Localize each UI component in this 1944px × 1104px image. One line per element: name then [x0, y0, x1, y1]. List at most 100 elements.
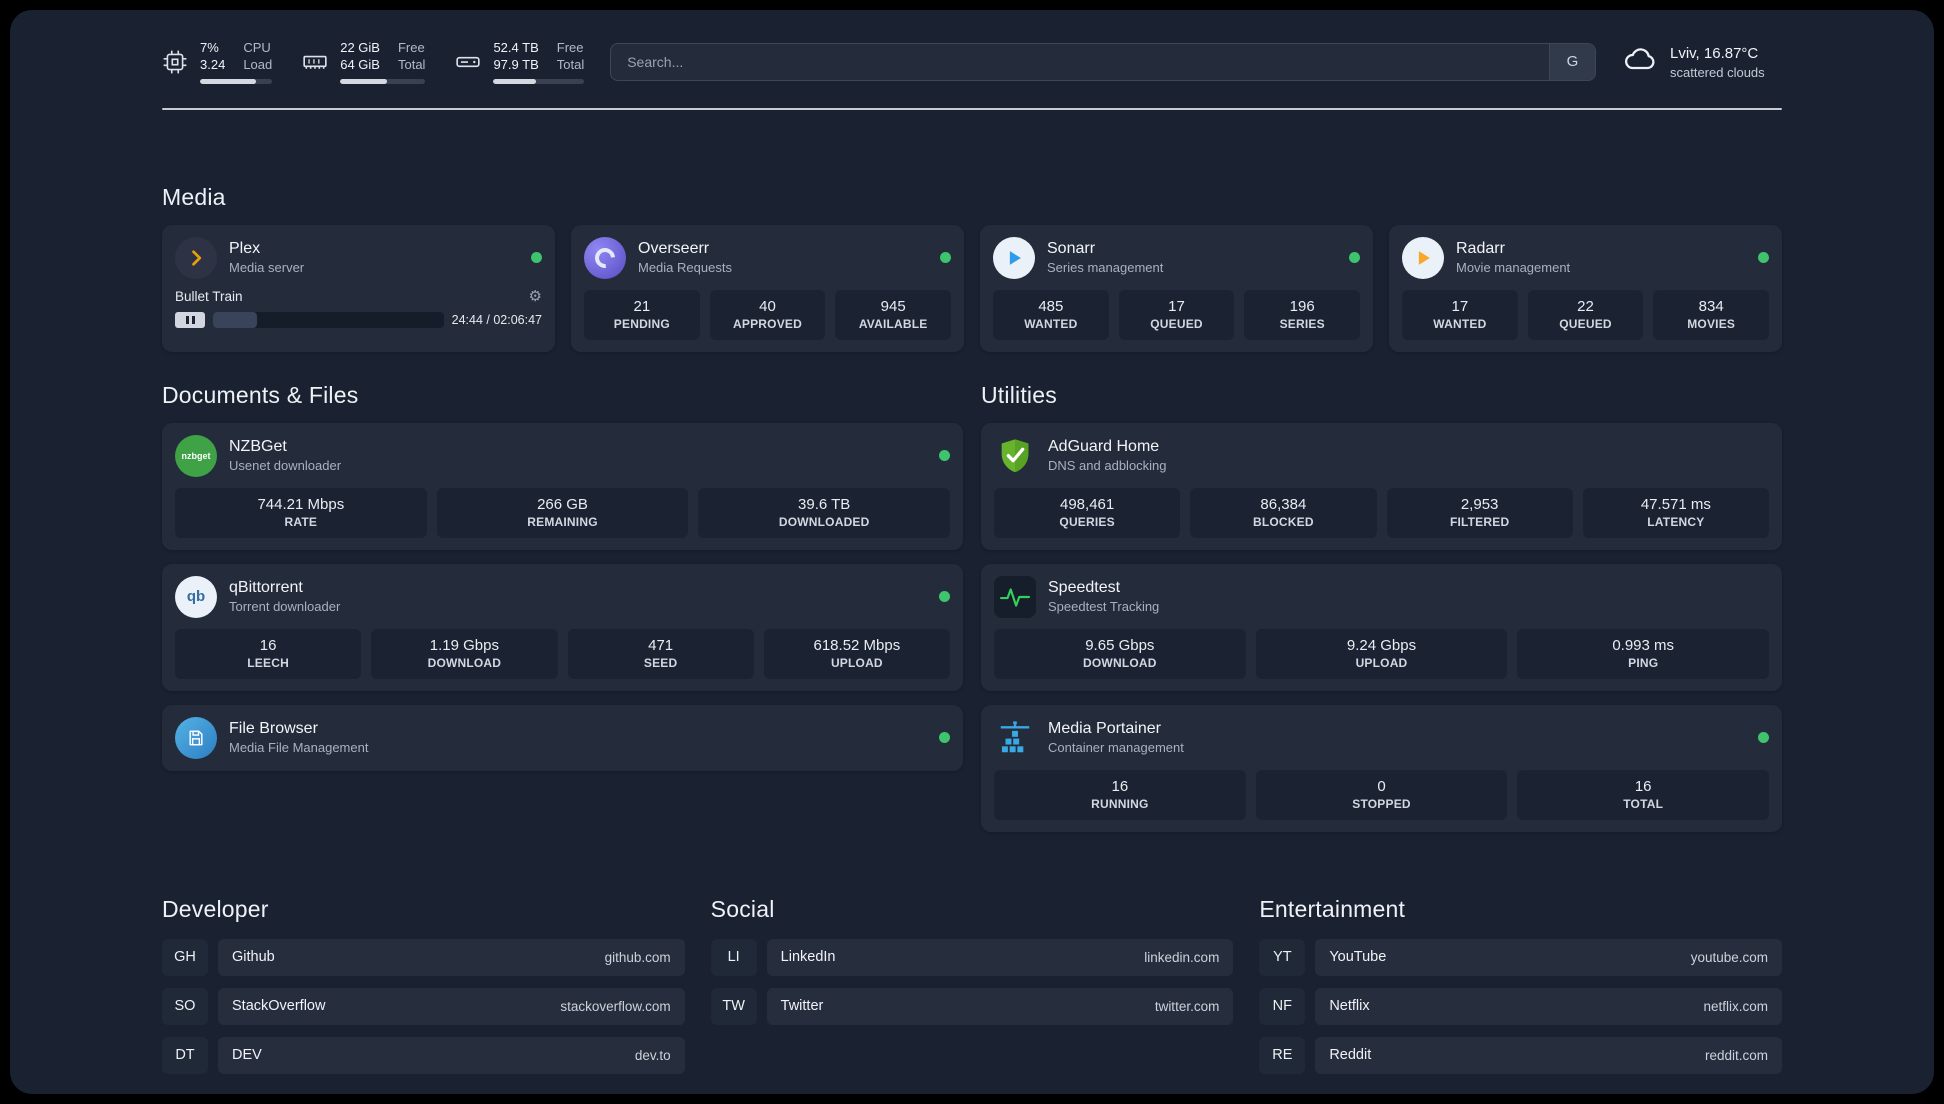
app-subtitle: Container management — [1048, 739, 1184, 755]
bookmark-group-social: Social LI LinkedIn linkedin.com TW Twitt… — [710, 895, 1234, 1037]
app-subtitle: Speedtest Tracking — [1048, 598, 1160, 614]
bookmark-stackoverflow[interactable]: SO StackOverflow stackoverflow.com — [162, 987, 685, 1025]
stat-value: 618.52 Mbps — [813, 636, 901, 654]
playback-progress-fill — [213, 311, 257, 328]
stat-value: 485 — [1038, 297, 1064, 315]
stat-label: LEECH — [247, 655, 289, 670]
app-card-plex[interactable]: Plex Media server Bullet Train ⚙ 24:44 /… — [162, 224, 555, 352]
status-dot — [940, 252, 951, 264]
ram-progress — [340, 78, 426, 84]
bookmark-netflix[interactable]: NF Netflix netflix.com — [1259, 987, 1782, 1025]
app-subtitle: Media File Management — [229, 739, 369, 755]
bookmark-abbr: TW — [710, 987, 757, 1025]
stat-label: QUEUED — [1559, 316, 1612, 331]
app-card-radarr[interactable]: Radarr Movie management 17 WANTED 22 QUE… — [1389, 224, 1782, 352]
cpu-label-2: Load — [243, 56, 273, 72]
app-card-overseerr[interactable]: Overseerr Media Requests 21 PENDING 40 A… — [571, 224, 964, 352]
stat-label: AVAILABLE — [858, 316, 928, 331]
bookmark-abbr: LI — [710, 938, 757, 976]
stat-value: 498,461 — [1060, 495, 1115, 513]
bookmark-name: Twitter — [780, 998, 824, 1015]
bookmark-abbr: GH — [162, 938, 208, 976]
ram-total-value: 64 GiB — [340, 56, 380, 72]
stat-label: UPLOAD — [830, 655, 883, 670]
cpu-label-1: CPU — [243, 40, 271, 55]
status-dot — [939, 450, 950, 462]
app-name: Speedtest — [1048, 578, 1121, 596]
stat-label: REMAINING — [527, 514, 598, 529]
app-card-qbittorrent[interactable]: qb qBittorrent Torrent downloader 16 LEE… — [162, 563, 963, 691]
stat-value: 2,953 — [1460, 495, 1499, 513]
pause-button[interactable] — [175, 311, 205, 328]
stat-label: WANTED — [1024, 316, 1078, 331]
bookmark-url: youtube.com — [1690, 949, 1768, 965]
app-card-sonarr[interactable]: Sonarr Series management 485 WANTED 17 Q… — [980, 224, 1373, 352]
bookmark-youtube[interactable]: YT YouTube youtube.com — [1259, 938, 1782, 976]
stat-tile: 744.21 Mbps RATE — [175, 487, 427, 538]
app-card-filebrowser[interactable]: File Browser Media File Management — [162, 704, 963, 771]
stat-value: 0.993 ms — [1612, 636, 1675, 654]
app-card-adguard[interactable]: AdGuard Home DNS and adblocking 498,461 … — [981, 422, 1782, 550]
stat-value: 21 — [633, 297, 651, 315]
bookmark-github[interactable]: GH Github github.com — [162, 938, 685, 976]
bookmark-name: YouTube — [1329, 949, 1387, 966]
stat-tile: 86,384 BLOCKED — [1190, 487, 1377, 538]
stat-label: MOVIES — [1687, 316, 1736, 331]
stat-label: WANTED — [1433, 316, 1487, 331]
stat-tile: 485 WANTED — [993, 289, 1109, 340]
search-engine-button[interactable]: G — [1549, 43, 1595, 80]
stat-value: 16 — [259, 636, 277, 654]
app-card-speedtest[interactable]: Speedtest Speedtest Tracking 9.65 Gbps D… — [981, 563, 1782, 691]
bookmark-reddit[interactable]: RE Reddit reddit.com — [1259, 1036, 1782, 1074]
app-name: qBittorrent — [229, 578, 303, 596]
app-name: NZBGet — [229, 437, 287, 455]
status-dot — [1758, 732, 1769, 744]
bookmark-name: Reddit — [1329, 1047, 1372, 1064]
stat-value: 86,384 — [1260, 495, 1307, 513]
search-input[interactable] — [611, 43, 1549, 80]
stat-value: 9.65 Gbps — [1085, 636, 1155, 654]
gear-icon[interactable]: ⚙ — [529, 289, 542, 304]
stat-tile: 9.24 Gbps UPLOAD — [1255, 628, 1508, 679]
stat-tile: 40 APPROVED — [709, 289, 826, 340]
stat-tile: 618.52 Mbps UPLOAD — [763, 628, 950, 679]
stat-label: RATE — [284, 514, 318, 529]
stat-label: TOTAL — [1623, 796, 1664, 811]
app-subtitle: Usenet downloader — [229, 457, 342, 473]
cpu-percent: 7% — [200, 40, 219, 55]
stat-tile: 1.19 Gbps DOWNLOAD — [371, 628, 558, 679]
app-name: Overseerr — [638, 239, 710, 257]
disk-total-value: 97.9 TB — [493, 56, 539, 72]
plex-icon — [175, 236, 217, 279]
section-title-social: Social — [710, 895, 775, 922]
status-dot — [1349, 252, 1360, 264]
disk-icon — [455, 49, 481, 75]
app-subtitle: Media Requests — [638, 259, 732, 275]
filebrowser-icon — [175, 716, 217, 759]
weather-widget[interactable]: Lviv, 16.87°C scattered clouds — [1622, 41, 1782, 82]
bookmark-group-entertainment: Entertainment YT YouTube youtube.com NF … — [1259, 896, 1782, 1086]
bookmark-dev[interactable]: DT DEV dev.to — [162, 1036, 685, 1074]
stat-label: SEED — [643, 655, 678, 670]
qbittorrent-icon: qb — [175, 575, 217, 618]
bookmark-linkedin[interactable]: LI LinkedIn linkedin.com — [710, 938, 1234, 976]
stat-tile: 16 RUNNING — [994, 769, 1246, 820]
stat-tile: 266 GB REMAINING — [436, 487, 689, 538]
playback-progress[interactable] — [213, 311, 444, 328]
stat-label: BLOCKED — [1253, 514, 1314, 529]
app-subtitle: Movie management — [1456, 259, 1571, 275]
app-subtitle: DNS and adblocking — [1048, 457, 1167, 473]
bookmark-twitter[interactable]: TW Twitter twitter.com — [710, 987, 1234, 1025]
now-playing-title: Bullet Train — [175, 288, 243, 304]
bookmark-abbr: DT — [162, 1036, 208, 1074]
stat-label: PENDING — [613, 316, 670, 331]
app-card-portainer[interactable]: Media Portainer Container management 16 … — [981, 704, 1782, 832]
bookmark-url: netflix.com — [1703, 998, 1768, 1014]
section-title-developer: Developer — [162, 895, 269, 922]
app-card-nzbget[interactable]: nzbget NZBGet Usenet downloader 744.21 M… — [162, 422, 963, 550]
stat-label: QUEUED — [1150, 316, 1203, 331]
stat-tile: 39.6 TB DOWNLOADED — [698, 487, 951, 538]
ram-icon — [302, 49, 328, 75]
stat-value: 17 — [1168, 297, 1185, 315]
bookmark-url: reddit.com — [1704, 1047, 1768, 1063]
